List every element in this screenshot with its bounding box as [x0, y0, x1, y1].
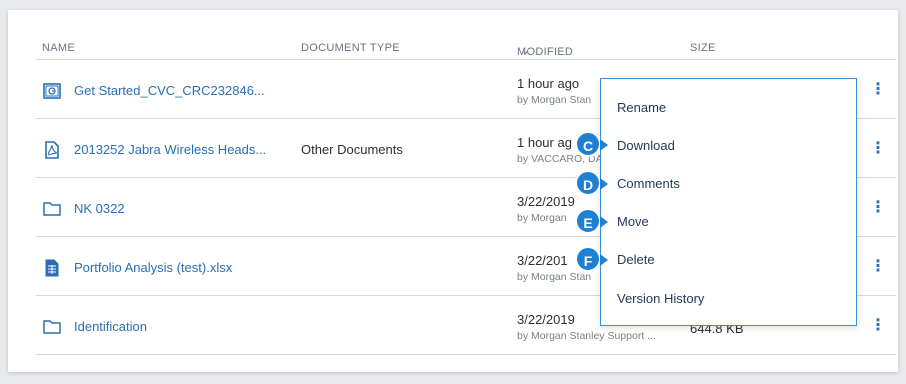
context-menu: Rename Download Comments Move Delete Ver… — [600, 78, 857, 326]
modified-date: 3/22/2019 — [517, 194, 575, 209]
menu-item-comments[interactable]: Comments — [617, 176, 680, 191]
document-type: Other Documents — [301, 142, 403, 157]
modified-by: by Morgan Stan — [517, 271, 592, 283]
modified-date: 3/22/201 — [517, 253, 568, 268]
more-options-icon[interactable]: ⋮ — [868, 197, 888, 219]
file-name-link[interactable]: Portfolio Analysis (test).xlsx — [74, 260, 232, 275]
modified-by: by Morgan Stanley Support ... — [517, 330, 656, 342]
more-options-icon[interactable]: ⋮ — [868, 256, 888, 278]
menu-item-download[interactable]: Download — [617, 138, 675, 153]
modified-by: by Morgan Stan — [517, 94, 592, 106]
callout-marker-c: C — [575, 131, 608, 157]
header-name[interactable]: NAME — [42, 42, 75, 54]
presentation-icon — [43, 83, 61, 99]
table-header: NAME DOCUMENT TYPE MODIFIED ⌄ SIZE — [36, 38, 896, 60]
file-name-link[interactable]: NK 0322 — [74, 201, 125, 216]
callout-marker-d: D — [575, 170, 608, 196]
modified-by: by Morgan — [517, 212, 567, 224]
menu-item-rename[interactable]: Rename — [617, 100, 666, 115]
folder-icon — [43, 320, 61, 334]
modified-date: 3/22/2019 — [517, 312, 575, 327]
more-options-icon[interactable]: ⋮ — [868, 138, 888, 160]
menu-item-move[interactable]: Move — [617, 214, 649, 229]
header-size[interactable]: SIZE — [690, 42, 716, 54]
spreadsheet-icon — [45, 259, 59, 277]
modified-by: by VACCARO, DAN — [517, 153, 611, 165]
more-options-icon[interactable]: ⋮ — [868, 79, 888, 101]
callout-marker-e: E — [575, 208, 608, 234]
menu-item-delete[interactable]: Delete — [617, 252, 655, 267]
more-options-icon[interactable]: ⋮ — [868, 315, 888, 337]
chevron-down-icon: ⌄ — [521, 46, 530, 57]
file-name-link[interactable]: Get Started_CVC_CRC232846... — [74, 83, 265, 98]
callout-marker-f: F — [575, 246, 608, 272]
file-name-link[interactable]: Identification — [74, 319, 147, 334]
header-document-type[interactable]: DOCUMENT TYPE — [301, 42, 400, 54]
modified-date: 1 hour ag — [517, 135, 572, 150]
modified-date: 1 hour ago — [517, 76, 580, 91]
menu-item-version-history[interactable]: Version History — [617, 291, 704, 306]
file-name-link[interactable]: 2013252 Jabra Wireless Heads... — [74, 142, 266, 157]
folder-icon — [43, 202, 61, 216]
pdf-icon — [45, 141, 59, 159]
